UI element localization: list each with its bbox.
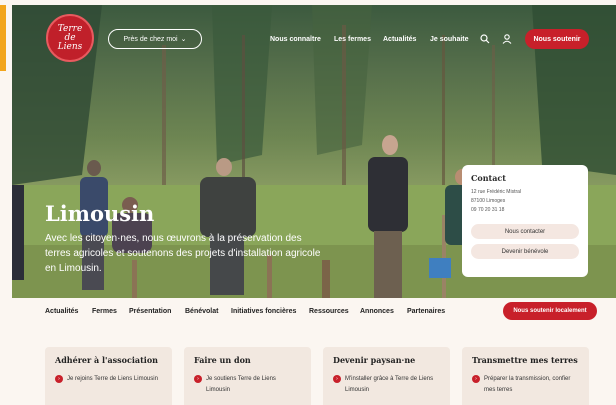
card-link[interactable]: › Je soutiens Terre de Liens Limousin bbox=[194, 374, 301, 396]
near-me-dropdown[interactable]: Près de chez moi ⌄ bbox=[108, 29, 202, 49]
support-locally-button[interactable]: Nous soutenir localement bbox=[503, 302, 597, 320]
nav-item-nous-connaitre[interactable]: Nous connaître bbox=[270, 36, 321, 43]
card-title: Adhérer à l'association bbox=[55, 355, 158, 365]
arrow-right-icon: › bbox=[194, 375, 202, 383]
card-link-label: Je rejoins Terre de Liens Limousin bbox=[67, 376, 158, 382]
terre-de-liens-logo[interactable]: Terre de Liens bbox=[46, 14, 94, 62]
subnav-item-ressources[interactable]: Ressources bbox=[309, 308, 349, 315]
action-card-paysan[interactable]: Devenir paysan·ne › M'installer grâce à … bbox=[323, 347, 450, 405]
action-card-don[interactable]: Faire un don › Je soutiens Terre de Lien… bbox=[184, 347, 311, 405]
subnav-item-presentation[interactable]: Présentation bbox=[129, 308, 171, 315]
user-icon[interactable] bbox=[502, 34, 512, 44]
support-button[interactable]: Nous soutenir bbox=[525, 29, 589, 49]
hero-description: Avec les citoyen·nes, nous œuvrons à la … bbox=[45, 233, 321, 274]
logo-text-liens: Liens bbox=[57, 41, 83, 52]
subnav-item-fermes[interactable]: Fermes bbox=[92, 308, 117, 315]
card-link[interactable]: › Je rejoins Terre de Liens Limousin bbox=[55, 374, 162, 385]
contact-address-city: 87100 Limoges bbox=[471, 198, 506, 204]
subnav-item-actualites[interactable]: Actualités bbox=[45, 308, 78, 315]
become-volunteer-button[interactable]: Devenir bénévole bbox=[471, 244, 579, 259]
nav-item-actualites[interactable]: Actualités bbox=[383, 36, 416, 43]
contact-address-street: 12 rue Frédéric Mistral bbox=[471, 189, 522, 195]
card-link[interactable]: › Préparer la transmission, confier mes … bbox=[472, 374, 579, 396]
subnav-item-partenaires[interactable]: Partenaires bbox=[407, 308, 445, 315]
near-me-label: Près de chez moi bbox=[123, 35, 178, 43]
contact-phone[interactable]: 09 70 20 31 18 bbox=[471, 206, 579, 215]
nav-item-je-souhaite[interactable]: Je souhaite bbox=[430, 36, 469, 43]
page-title: Limousin bbox=[45, 201, 155, 226]
subnav-item-annonces[interactable]: Annonces bbox=[360, 308, 394, 315]
local-subnav: Actualités Fermes Présentation Bénévolat… bbox=[12, 298, 616, 328]
contact-title: Contact bbox=[471, 173, 506, 183]
nav-item-les-fermes[interactable]: Les fermes bbox=[334, 36, 371, 43]
contact-card: Contact 12 rue Frédéric Mistral 87100 Li… bbox=[462, 165, 588, 277]
card-link-label: M'installer grâce à Terre de Liens Limou… bbox=[345, 376, 434, 393]
subnav-item-benevolat[interactable]: Bénévolat bbox=[185, 308, 218, 315]
arrow-right-icon: › bbox=[55, 375, 63, 383]
contact-us-button[interactable]: Nous contacter bbox=[471, 224, 579, 239]
card-link-label: Préparer la transmission, confier mes te… bbox=[484, 376, 571, 393]
card-title: Transmettre mes terres bbox=[472, 355, 578, 365]
card-link[interactable]: › M'installer grâce à Terre de Liens Lim… bbox=[333, 374, 440, 396]
arrow-right-icon: › bbox=[333, 375, 341, 383]
accent-strip bbox=[0, 5, 6, 71]
action-card-transmettre[interactable]: Transmettre mes terres › Préparer la tra… bbox=[462, 347, 589, 405]
search-icon[interactable] bbox=[480, 34, 490, 44]
action-card-adherer[interactable]: Adhérer à l'association › Je rejoins Ter… bbox=[45, 347, 172, 405]
card-title: Devenir paysan·ne bbox=[333, 355, 416, 365]
subnav-item-initiatives-foncieres[interactable]: Initiatives foncières bbox=[231, 308, 296, 315]
chevron-down-icon: ⌄ bbox=[180, 36, 187, 43]
arrow-right-icon: › bbox=[472, 375, 480, 383]
card-link-label: Je soutiens Terre de Liens Limousin bbox=[206, 376, 276, 393]
page: Terre de Liens Près de chez moi ⌄ Nous c… bbox=[0, 0, 616, 405]
card-title: Faire un don bbox=[194, 355, 251, 365]
